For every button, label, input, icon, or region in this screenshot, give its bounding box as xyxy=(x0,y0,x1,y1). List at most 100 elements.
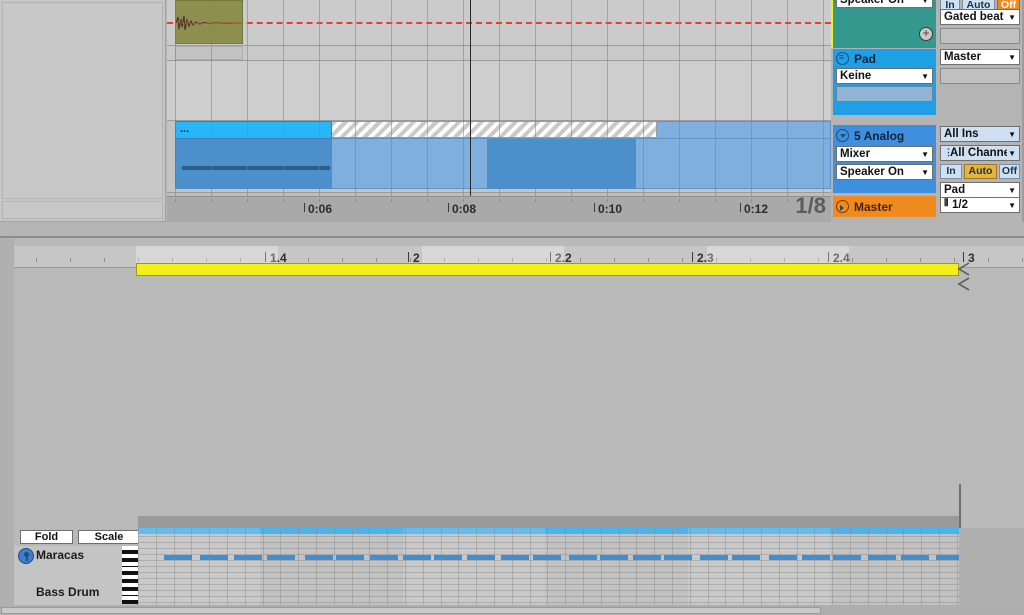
midi-note[interactable] xyxy=(305,555,333,560)
channel-name-pad[interactable]: Pad xyxy=(833,49,936,68)
midi-channel-icon: ⋮ xyxy=(944,147,953,157)
midi-clip[interactable]: ... xyxy=(175,121,831,189)
midi-note[interactable] xyxy=(234,555,262,560)
midi-note[interactable] xyxy=(533,555,561,560)
note-grid[interactable] xyxy=(138,528,959,606)
empty-slot-pad[interactable] xyxy=(940,68,1020,84)
grid-line xyxy=(391,0,392,196)
chevron-down-icon: ▼ xyxy=(1008,148,1016,158)
chevron-down-icon: ▼ xyxy=(1008,52,1016,62)
scrollbar-thumb[interactable] xyxy=(1,607,821,614)
grid-line xyxy=(334,528,335,606)
grid-top-strip xyxy=(138,516,959,528)
note-row-line xyxy=(138,602,959,603)
bar-tick xyxy=(580,258,581,262)
midi-note[interactable] xyxy=(901,555,929,560)
io-off-button-analog[interactable]: Off xyxy=(999,164,1020,179)
midi-note[interactable] xyxy=(833,555,861,560)
output-select-analog[interactable]: Pad ▼ xyxy=(940,182,1020,198)
midi-note[interactable] xyxy=(802,555,830,560)
clip-note-bar xyxy=(182,166,330,170)
channel-name-analog[interactable]: 5 Analog xyxy=(833,126,936,145)
grid-line xyxy=(535,0,536,196)
midi-note[interactable] xyxy=(936,555,959,560)
selected-note-lane xyxy=(138,528,959,534)
empty-slot-0[interactable] xyxy=(940,28,1020,44)
time-label: 0:12 xyxy=(739,202,769,216)
grid-line xyxy=(494,528,495,606)
midi-note[interactable] xyxy=(164,555,192,560)
midi-note[interactable] xyxy=(700,555,728,560)
arrangement-view[interactable]: ... 0:06 0:08 0:10 0:12 xyxy=(167,0,831,222)
midi-clip-selected[interactable]: ... xyxy=(175,121,332,189)
grid-line xyxy=(725,528,726,606)
note-name-bassdrum[interactable]: Bass Drum xyxy=(36,585,99,599)
channel-select-analog[interactable]: ⋮ All Channe ▼ xyxy=(940,145,1020,161)
midi-note[interactable] xyxy=(868,555,896,560)
crossfade-select[interactable]: ⦀ 1/2 ▼ xyxy=(940,197,1020,213)
midi-note[interactable] xyxy=(200,555,228,560)
channel-name-master[interactable]: Master xyxy=(833,196,936,217)
grid-line xyxy=(636,528,637,606)
device-select-analog-2[interactable]: Speaker On ▼ xyxy=(836,164,933,180)
chevron-down-icon: ▼ xyxy=(921,149,929,159)
arrangement-tracks[interactable]: ... xyxy=(167,0,831,196)
midi-note[interactable] xyxy=(600,555,628,560)
time-signature-display[interactable]: 1/8 xyxy=(772,194,830,218)
bar-tick xyxy=(342,258,343,262)
midi-preview-button[interactable] xyxy=(18,548,34,564)
note-row-line xyxy=(138,596,959,597)
arrangement-time-ruler[interactable]: 0:06 0:08 0:10 0:12 xyxy=(167,196,831,222)
grid-line xyxy=(355,0,356,196)
grid-line xyxy=(387,528,388,606)
grid-line xyxy=(283,0,284,196)
grid-line xyxy=(643,0,644,196)
midi-note[interactable] xyxy=(370,555,398,560)
io-auto-button-analog[interactable]: Auto xyxy=(964,164,997,179)
browser-content-area[interactable] xyxy=(2,2,163,199)
midi-note[interactable] xyxy=(403,555,431,560)
device-select-pad[interactable]: Keine ▼ xyxy=(836,68,933,84)
midi-note[interactable] xyxy=(267,555,295,560)
horizontal-scrollbar[interactable] xyxy=(0,605,1024,615)
pad-slot[interactable] xyxy=(836,86,933,102)
midi-note[interactable] xyxy=(569,555,597,560)
loop-end-marker[interactable] xyxy=(955,261,971,295)
device-select-0[interactable]: Speaker On ▼ xyxy=(836,0,933,8)
chevron-down-icon: ▼ xyxy=(1008,185,1016,195)
midi-note[interactable] xyxy=(664,555,692,560)
loop-brace[interactable] xyxy=(136,263,959,276)
midi-note[interactable] xyxy=(769,555,797,560)
grid-line xyxy=(227,528,228,606)
input-select-analog[interactable]: All Ins ▼ xyxy=(940,126,1020,142)
clip-hatched-region[interactable] xyxy=(332,121,657,138)
routing-select-pad[interactable]: Master ▼ xyxy=(940,49,1020,65)
routing-select-0[interactable]: Gated beat ▼ xyxy=(940,9,1020,25)
add-device-button[interactable]: + xyxy=(919,27,933,41)
small-clip[interactable] xyxy=(175,46,243,60)
audio-clip[interactable] xyxy=(175,0,243,44)
scale-button[interactable]: Scale xyxy=(78,530,140,544)
mixer-column[interactable]: Speaker On ▼ + In Auto Off Gated beat ▼ … xyxy=(831,0,1024,222)
fold-button[interactable]: Fold xyxy=(20,530,73,544)
midi-editor[interactable]: 1.4 2 2.2 2.3 2.4 3 Fold Scale Maracas Bass D… xyxy=(0,236,1024,615)
grid-line xyxy=(654,528,655,606)
piano-keyboard[interactable] xyxy=(122,546,138,606)
bar-tick xyxy=(104,258,105,262)
note-name-maracas[interactable]: Maracas xyxy=(36,548,84,562)
io-in-button-analog[interactable]: In xyxy=(940,164,962,179)
ruler-tick xyxy=(427,199,428,202)
midi-note[interactable] xyxy=(633,555,661,560)
midi-note[interactable] xyxy=(467,555,495,560)
grid-line xyxy=(423,528,424,606)
midi-note[interactable] xyxy=(732,555,760,560)
browser-panel[interactable] xyxy=(0,0,166,222)
grid-line xyxy=(211,0,212,196)
device-select-analog[interactable]: Mixer ▼ xyxy=(836,146,933,162)
midi-note[interactable] xyxy=(336,555,364,560)
piano-key-black[interactable] xyxy=(122,601,138,604)
midi-note[interactable] xyxy=(434,555,462,560)
bar-tick xyxy=(376,258,377,262)
grid-line xyxy=(476,528,477,606)
midi-note[interactable] xyxy=(501,555,529,560)
